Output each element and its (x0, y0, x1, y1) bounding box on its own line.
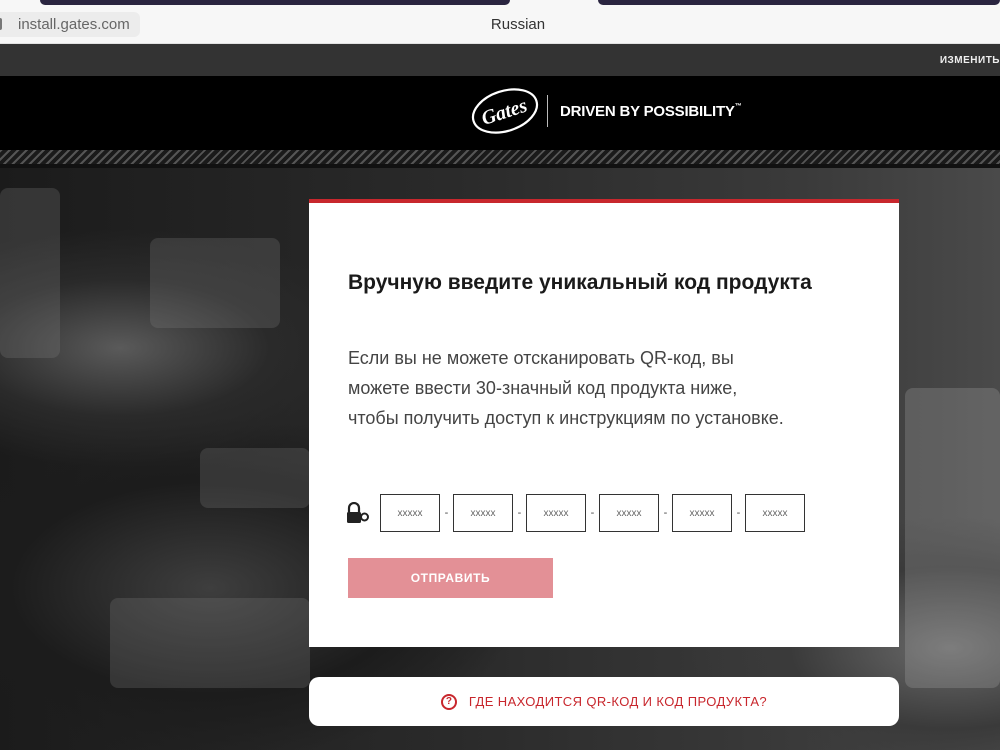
trademark-mark: ™ (734, 102, 742, 110)
help-link-bar[interactable]: ? ГДЕ НАХОДИТСЯ QR-КОД И КОД ПРОДУКТА? (309, 677, 899, 726)
code-input-6[interactable] (745, 494, 805, 532)
code-input-5[interactable] (672, 494, 732, 532)
code-input-3[interactable] (526, 494, 586, 532)
submit-button[interactable]: ОТПРАВИТЬ (348, 558, 553, 598)
browser-tab[interactable] (598, 0, 1000, 5)
card-title: Вручную введите уникальный код продукта (348, 271, 812, 294)
machine-part-shape (0, 188, 60, 358)
translate-language-label[interactable]: Russian (491, 16, 545, 33)
code-input-row: - - - - - (346, 494, 805, 532)
browser-tab[interactable] (40, 0, 510, 5)
address-bar[interactable]: install.gates.com (0, 12, 140, 37)
product-code-card: Вручную введите уникальный код продукта … (309, 199, 899, 647)
code-separator: - (590, 507, 595, 519)
site-topbar: ИЗМЕНИТЬ (0, 44, 1000, 76)
machine-part-shape (905, 388, 1000, 688)
machine-part-shape (150, 238, 280, 328)
code-separator: - (517, 507, 522, 519)
question-circle-icon: ? (440, 693, 457, 710)
logo-divider (547, 95, 548, 127)
gates-logo[interactable]: Gates DRIVEN BY POSSIBILITY™ (469, 88, 742, 134)
lock-key-icon (347, 502, 369, 523)
code-input-4[interactable] (599, 494, 659, 532)
card-description: Если вы не можете отсканировать QR-код, … (348, 348, 784, 428)
browser-toolbar: install.gates.com Russian (0, 0, 1000, 44)
url-text: install.gates.com (18, 16, 130, 33)
site-header: Gates DRIVEN BY POSSIBILITY™ (0, 76, 1000, 150)
code-separator: - (736, 507, 741, 519)
code-separator: - (444, 507, 449, 519)
machine-part-shape (110, 598, 310, 688)
code-separator: - (663, 507, 668, 519)
site-info-icon[interactable] (0, 18, 2, 30)
code-input-1[interactable] (380, 494, 440, 532)
header-stripe (0, 150, 1000, 164)
help-link-text[interactable]: ГДЕ НАХОДИТСЯ QR-КОД И КОД ПРОДУКТА? (469, 694, 767, 709)
tagline: DRIVEN BY POSSIBILITY™ (560, 102, 742, 120)
machine-part-shape (200, 448, 310, 508)
gates-logo-icon: Gates (471, 88, 539, 134)
change-link[interactable]: ИЗМЕНИТЬ (940, 55, 1000, 66)
code-input-2[interactable] (453, 494, 513, 532)
